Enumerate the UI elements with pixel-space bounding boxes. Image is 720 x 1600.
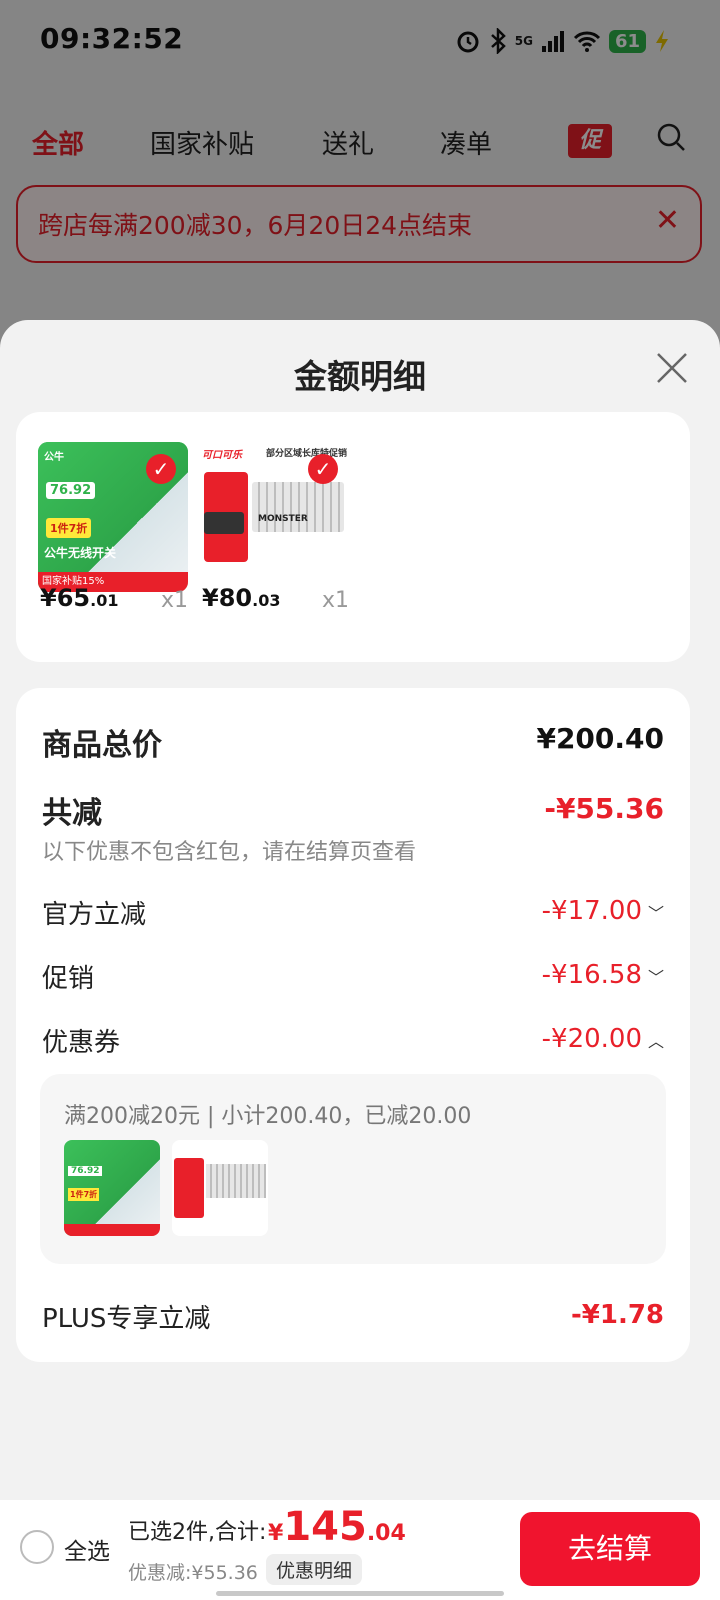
total-int: 145 [283,1504,367,1550]
total-dec: .04 [366,1521,406,1546]
price-int: ¥65 [40,584,91,612]
product-qty: x1 [161,588,189,613]
price-dec: .01 [90,591,119,610]
checkout-button[interactable]: 去结算 [520,1512,700,1586]
product-qty: x1 [322,588,350,613]
checked-icon[interactable]: ✓ [146,454,176,484]
coupon-detail-text: 满200减20元 | 小计200.40，已减20.00 [64,1104,472,1129]
promotion-row[interactable]: -¥16.58 ﹀ [542,960,664,990]
discount-total: 优惠减:¥55.36 [128,1562,258,1584]
official-discount-value: -¥17.00 [541,896,642,926]
select-all-radio[interactable] [20,1530,54,1564]
home-indicator[interactable] [216,1591,504,1596]
product-price: ¥65.01 [40,584,118,612]
checked-icon[interactable]: ✓ [308,454,338,484]
select-all-label[interactable]: 全选 [64,1532,110,1566]
price-dec: .03 [252,591,281,610]
amount-detail-sheet: 金额明细 公牛 76.92 1件7折 公牛无线开关 国家补贴15% ✓ 可口可乐… [0,320,720,1600]
image-brand-text: 公牛 [44,452,64,463]
chevron-up-icon: ︿ [647,1032,664,1051]
product-image-monster[interactable]: 可口可乐 部分区域长库特促销 MONSTER ✓ [200,442,350,592]
image-price-text: 76.92 [46,482,96,499]
image-discount-text: 1件7折 [46,518,92,538]
chevron-down-icon: ﹀ [647,968,664,987]
selected-summary: 已选2件,合计: [128,1520,267,1545]
thumb-discount-text: 1件7折 [68,1188,100,1201]
coupon-row[interactable]: -¥20.00 ︿ [542,1024,664,1054]
discount-detail-button[interactable]: 优惠明细 [266,1554,363,1585]
sheet-title: 金额明细 [294,357,426,396]
official-discount-label: 官方立减 [42,900,147,930]
plus-value: -¥1.78 [570,1300,664,1330]
image-product-text: MONSTER [258,514,308,524]
coupon-value: -¥20.00 [541,1024,642,1054]
official-discount-row[interactable]: -¥17.00 ﹀ [542,896,664,926]
reduce-value: -¥55.36 [544,792,664,825]
coupon-detail-box: 满200减20元 | 小计200.40，已减20.00 76.92 1件7折 [40,1074,666,1264]
plus-label: PLUS专享立减 [42,1304,211,1334]
product-image-switch[interactable]: 公牛 76.92 1件7折 公牛无线开关 国家补贴15% ✓ [38,442,188,592]
coupon-label: 优惠券 [42,1028,121,1058]
coupon-product-thumb: 76.92 1件7折 [64,1140,160,1236]
image-header-text: 部分区域长库特促销 [266,449,348,459]
price-int: ¥80 [202,584,253,612]
product-price: ¥80.03 [202,584,280,612]
discount-note: 以下优惠不包含红包，请在结算页查看 [42,840,417,865]
product-card: 公牛 76.92 1件7折 公牛无线开关 国家补贴15% ✓ 可口可乐 部分区域… [16,412,690,662]
promotion-value: -¥16.58 [541,960,642,990]
reduce-label: 共减 [42,796,102,831]
promotion-label: 促销 [42,964,95,994]
thumb-price-text: 76.92 [68,1166,103,1176]
chevron-down-icon: ﹀ [647,904,664,923]
checkout-bar: 全选 已选2件,合计: ¥145.04 优惠减:¥55.36 优惠明细 去结算 [0,1500,720,1600]
price-breakdown-card: 商品总价 ¥200.40 共减 -¥55.36 以下优惠不包含红包，请在结算页查… [16,688,690,1362]
image-brand-text: 可口可乐 [202,450,242,461]
total-value: ¥200.40 [536,722,664,755]
coupon-product-thumb [172,1140,268,1236]
total-symbol: ¥ [268,1521,284,1546]
image-name-text: 公牛无线开关 [44,546,117,560]
total-amount: ¥145.04 [268,1504,406,1550]
total-label: 商品总价 [42,728,162,763]
close-icon[interactable] [652,348,692,388]
